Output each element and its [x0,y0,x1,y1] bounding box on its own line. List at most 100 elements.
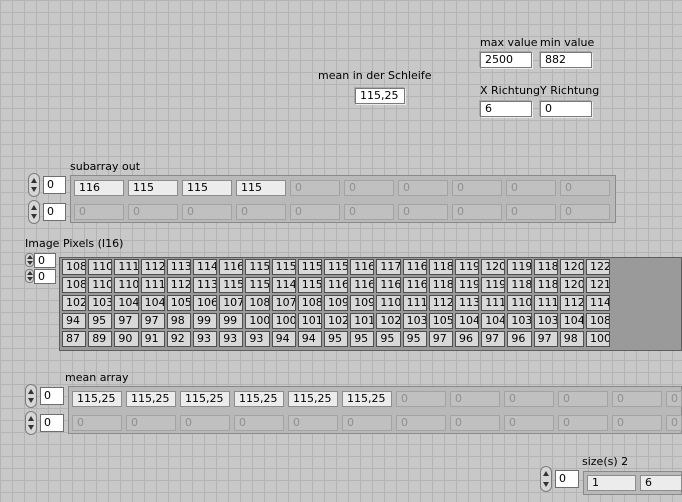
index-spinner-icon[interactable] [25,411,37,435]
pixel-cell: 94 [297,331,322,347]
pixel-cell: 116 [324,277,349,293]
mean-array-cell: 115,25 [234,391,284,407]
pixel-cell: 118 [533,277,558,293]
pixel-cell: 116 [402,259,427,275]
mean-array-index-input[interactable]: 0 [40,414,64,432]
col-spinner-icon[interactable] [25,269,34,283]
pixel-cell: 104 [140,295,165,311]
pixel-cell: 112 [140,259,165,275]
mean-array-index-input[interactable]: 0 [40,387,64,405]
image-pixels-col-input[interactable]: 0 [34,269,56,284]
pixel-cell: 118 [507,277,532,293]
pixel-cell: 95 [402,331,427,347]
index-spinner-icon[interactable] [28,173,40,197]
index-spinner-icon[interactable] [540,466,552,492]
subarray-index-input[interactable]: 0 [43,176,66,194]
pixel-cell: 96 [507,331,532,347]
mean-array-cell: 115,25 [126,391,176,407]
pixel-cell: 115 [297,259,322,275]
pixel-cell: 101 [297,313,322,329]
mean-array-cell: 115,25 [342,391,392,407]
pixel-cell: 109 [350,295,375,311]
subarray-cell: 116 [74,180,124,196]
pixel-cell: 108 [297,295,322,311]
pixel-cell: 112 [166,277,191,293]
subarray-cell: 115 [236,180,286,196]
mean-array-cell: 0 [288,415,338,431]
subarray-cell: 0 [506,180,556,196]
pixel-cell: 111 [481,295,506,311]
mean-array-cell: 0 [504,415,554,431]
mean-array-cell: 0 [234,415,284,431]
image-pixels-row-input[interactable]: 0 [34,253,56,268]
pixel-cell: 115 [297,277,322,293]
sizes-index-input[interactable]: 0 [555,470,579,488]
pixel-cell: 119 [481,277,506,293]
index-spinner-icon[interactable] [28,200,40,224]
pixel-cell: 101 [350,313,375,329]
subarray-label: subarray out [70,160,141,173]
pixel-cell: 97 [114,313,139,329]
pixel-cell: 103 [533,313,558,329]
pixel-cell: 120 [559,259,584,275]
mean-array-cell: 0 [666,415,682,431]
pixel-cell: 110 [507,295,532,311]
mean-array-label: mean array [65,371,129,384]
min-value-indicator: 882 [540,52,592,68]
pixel-cell: 115 [271,259,296,275]
pixel-cell: 93 [219,331,244,347]
pixel-cell: 112 [559,295,584,311]
subarray-cell: 115 [182,180,232,196]
pixel-cell: 100 [245,313,270,329]
mean-array-cell: 0 [504,391,554,407]
pixel-cell: 110 [114,277,139,293]
subarray-cell: 0 [236,204,286,220]
x-richtung-label: X Richtung [480,84,540,97]
pixel-cell: 108 [62,277,87,293]
pixel-cell: 119 [507,259,532,275]
pixel-cell: 113 [193,277,218,293]
pixel-cell: 98 [166,313,191,329]
subarray-cell: 0 [290,180,340,196]
pixel-cell: 115 [324,259,349,275]
pixel-cell: 120 [481,259,506,275]
mean-schleife-indicator: 115,25 [355,88,405,104]
mean-array-cell: 0 [126,415,176,431]
mean-array-cell: 0 [342,415,392,431]
mean-array-cell: 0 [558,391,608,407]
subarray-cell: 0 [74,204,124,220]
pixel-cell: 104 [481,313,506,329]
pixel-cell: 95 [88,313,113,329]
pixel-cell: 107 [271,295,296,311]
pixel-cell: 97 [533,331,558,347]
subarray-cell: 0 [182,204,232,220]
pixel-cell: 103 [402,313,427,329]
pixel-cell: 110 [88,277,113,293]
pixel-cell: 118 [533,259,558,275]
row-spinner-icon[interactable] [25,253,34,267]
pixel-cell: 110 [88,259,113,275]
mean-array-cell: 0 [72,415,122,431]
mean-array-cell: 0 [396,415,446,431]
pixel-cell: 94 [62,313,87,329]
subarray-cell: 0 [290,204,340,220]
mean-array-cell: 115,25 [180,391,230,407]
pixel-cell: 102 [324,313,349,329]
pixel-cell: 104 [455,313,480,329]
pixel-cell: 116 [402,277,427,293]
pixel-cell: 102 [376,313,401,329]
subarray-index-input[interactable]: 0 [43,203,66,221]
pixel-cell: 116 [376,277,401,293]
max-value-label: max value [480,36,538,49]
subarray-cell: 115 [128,180,178,196]
subarray-cell: 0 [128,204,178,220]
pixel-cell: 115 [245,277,270,293]
pixel-cell: 109 [324,295,349,311]
pixel-cell: 96 [455,331,480,347]
index-spinner-icon[interactable] [25,384,37,408]
image-pixels-grid: 108 110 111 112 113 114 116 115 115 115 115 116 117 1… [59,257,682,351]
subarray-cell: 0 [452,204,502,220]
pixel-cell: 98 [559,331,584,347]
pixel-cell: 97 [481,331,506,347]
pixel-cell: 115 [219,277,244,293]
